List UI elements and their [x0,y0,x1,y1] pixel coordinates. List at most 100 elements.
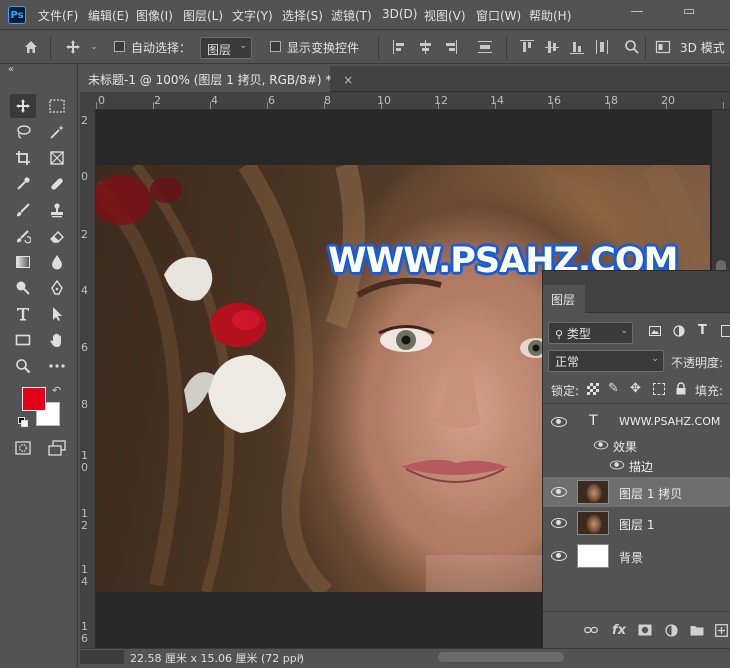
layer-effects-row[interactable]: 效果 [543,435,730,455]
menu-window[interactable]: 窗口(W) [476,7,521,24]
new-layer-icon[interactable] [713,622,729,638]
eye-icon[interactable] [609,460,625,470]
rectangle-tool-icon[interactable] [10,328,36,352]
move-tool-icon[interactable] [10,94,36,118]
screen-mode-icon[interactable] [44,436,70,460]
show-transform-checkbox[interactable] [270,41,281,52]
marquee-tool-icon[interactable] [44,94,70,118]
eye-icon[interactable] [551,518,567,528]
fx-icon[interactable]: fx [611,622,627,638]
minimize-button[interactable]: — [620,0,654,22]
menu-type[interactable]: 文字(Y) [232,7,273,24]
menu-3d[interactable]: 3D(D) [382,7,417,21]
lock-all-icon[interactable] [675,382,687,398]
3d-mode-label[interactable]: 3D 模式 [680,39,725,56]
brush-tool-icon[interactable] [10,198,36,222]
new-group-icon[interactable] [689,622,705,638]
align-right-icon[interactable] [443,40,457,54]
stamp-tool-icon[interactable] [44,198,70,222]
distribute-vertical-icon[interactable] [595,40,609,54]
adjustment-layer-icon[interactable] [663,622,679,638]
quick-mask-icon[interactable] [10,436,36,460]
home-icon[interactable] [22,38,40,56]
filter-type-icon[interactable]: T [698,323,707,338]
layer-row-selected[interactable]: 图层 1 拷贝 [543,477,730,507]
type-tool-icon[interactable] [10,302,36,326]
link-layers-icon[interactable] [583,622,599,638]
eye-icon[interactable] [551,487,567,497]
horizontal-scroll-thumb[interactable] [438,652,564,662]
menu-help[interactable]: 帮助(H) [529,7,571,24]
chevron-right-icon[interactable]: › [298,650,302,663]
move-tool-icon[interactable] [64,38,82,56]
layer-name: 图层 1 [619,518,655,532]
eyedropper-icon[interactable] [10,172,36,196]
more-tools-icon[interactable] [44,354,70,378]
zoom-field[interactable] [80,650,124,664]
hand-tool-icon[interactable] [44,328,70,352]
dodge-tool-icon[interactable] [10,276,36,300]
layer-filter-dropdown[interactable]: ⚲ 类型 ⌄ [548,322,633,344]
zoom-tool-icon[interactable] [10,354,36,378]
blend-mode-dropdown[interactable]: 正常 ⌄ [548,350,664,372]
frame-tool-icon[interactable] [44,146,70,170]
history-brush-icon[interactable] [10,224,36,248]
menu-file[interactable]: 文件(F) [38,7,78,24]
menu-select[interactable]: 选择(S) [282,7,323,24]
ruler-horizontal: 0 2 4 6 8 10 12 14 16 18 20 [96,92,730,110]
align-middle-icon[interactable] [545,40,559,54]
menu-layer[interactable]: 图层(L) [183,7,223,24]
ruler-tick [267,102,268,109]
magic-wand-icon[interactable] [44,120,70,144]
menu-edit[interactable]: 编辑(E) [88,7,129,24]
filter-pixel-icon[interactable] [649,325,661,337]
tab-layers[interactable]: 图层 [543,285,585,313]
eye-icon[interactable] [551,417,567,427]
menu-view[interactable]: 视图(V) [424,7,466,24]
lock-position-icon[interactable]: ✥ [630,381,641,396]
filter-shape-icon[interactable] [721,325,730,337]
lock-label: 锁定: [551,384,580,398]
eye-icon[interactable] [593,440,609,450]
auto-select-checkbox[interactable] [114,41,125,52]
close-tab-icon[interactable]: × [343,73,353,87]
eye-icon[interactable] [551,551,567,561]
document-tab[interactable]: 未标题-1 @ 100% (图层 1 拷贝, RGB/8#) * × [80,66,353,92]
workspace-icon[interactable] [654,38,672,56]
foreground-color-swatch[interactable] [22,387,46,411]
ruler-number: 18 [604,94,618,107]
search-icon[interactable] [623,38,641,56]
lock-pixels-icon[interactable]: ✎ [608,381,619,396]
blur-tool-icon[interactable] [44,250,70,274]
healing-brush-icon[interactable] [44,172,70,196]
ruler-number: 8 [324,94,331,107]
menu-filter[interactable]: 滤镜(T) [331,7,372,24]
layer-effect-stroke-row[interactable]: 描边 [543,455,730,475]
default-colors-icon[interactable] [18,416,28,430]
align-bottom-icon[interactable] [570,40,584,54]
align-left-icon[interactable] [393,40,407,54]
restore-button[interactable]: ▭ [672,0,706,22]
crop-tool-icon[interactable] [10,146,36,170]
swap-colors-icon[interactable]: ↶ [52,384,61,397]
layers-panel-footer: fx [543,611,730,648]
chevron-down-icon[interactable]: ⌄ [90,42,98,52]
distribute-icon[interactable] [478,40,492,54]
pen-tool-icon[interactable] [44,276,70,300]
layer-row[interactable]: 图层 1 [543,508,730,538]
lock-transparent-icon[interactable] [587,383,599,395]
align-top-icon[interactable] [520,40,534,54]
lock-artboard-icon[interactable] [653,383,665,395]
menu-image[interactable]: 图像(I) [136,7,173,24]
layer-row-text[interactable]: T WWW.PSAHZ.COM [543,407,730,437]
layer-row-background[interactable]: 背景 [543,541,730,571]
lasso-tool-icon[interactable] [10,120,36,144]
auto-select-target-dropdown[interactable]: 图层 ⌄ [200,37,252,59]
align-center-icon[interactable] [418,40,432,54]
add-mask-icon[interactable] [637,622,653,638]
eraser-icon[interactable] [44,224,70,248]
filter-adjustment-icon[interactable] [673,325,685,337]
path-selection-icon[interactable] [44,302,70,326]
collapse-panel-icon[interactable]: « [8,64,14,75]
gradient-tool-icon[interactable] [10,250,36,274]
